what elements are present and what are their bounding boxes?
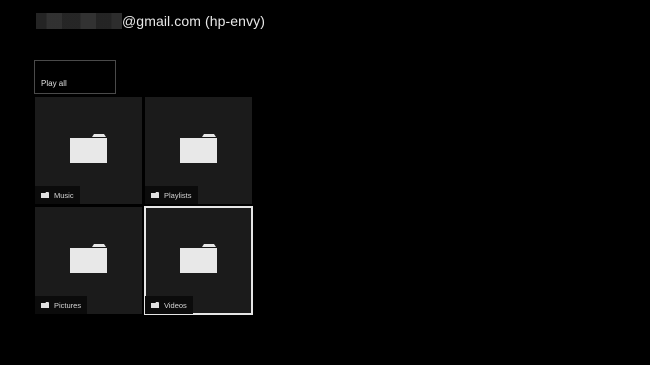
folder-label-bar: Videos [145,296,193,314]
folder-tile-playlists[interactable]: Playlists [145,97,252,204]
folder-icon [180,134,217,163]
folder-grid: Music Playlists Pictures Videos [35,97,253,315]
play-all-button[interactable]: Play all [34,60,116,94]
folder-icon [151,302,159,308]
folder-icon [70,244,107,273]
account-header: @gmail.com (hp-envy) [36,10,265,32]
folder-icon [151,192,159,198]
folder-icon [70,134,107,163]
folder-tile-music[interactable]: Music [35,97,142,204]
folder-label: Pictures [54,300,82,310]
folder-label-bar: Playlists [145,186,198,204]
redacted-email-prefix [36,13,122,29]
folder-label-bar: Pictures [35,296,88,314]
folder-label: Videos [164,300,187,310]
play-all-label: Play all [41,79,67,88]
folder-tile-videos[interactable]: Videos [144,206,253,315]
folder-label: Music [54,190,74,200]
media-browser-screen: @gmail.com (hp-envy) Play all Music Play… [0,0,650,365]
account-label: @gmail.com (hp-envy) [122,13,266,29]
folder-icon [41,302,49,308]
folder-icon [180,244,217,273]
folder-label: Playlists [164,190,192,200]
folder-label-bar: Music [35,186,80,204]
folder-tile-pictures[interactable]: Pictures [35,207,142,314]
folder-icon [41,192,49,198]
